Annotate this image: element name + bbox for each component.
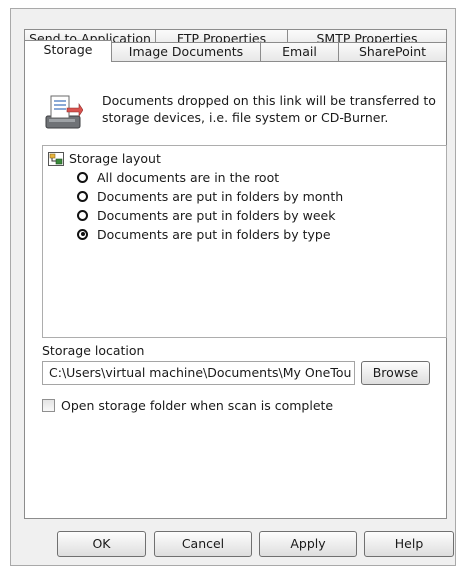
tab-email[interactable]: Email [260, 42, 339, 62]
storage-layout-group: Storage layout All documents are in the … [42, 145, 447, 338]
radio-button[interactable] [77, 190, 88, 202]
radio-label: All documents are in the root [97, 169, 280, 185]
radio-folders-by-week[interactable]: Documents are put in folders by week [77, 206, 335, 224]
radio-label: Documents are put in folders by week [97, 207, 336, 223]
storage-device-icon [45, 95, 83, 129]
tab-sharepoint[interactable]: SharePoint [338, 42, 447, 62]
open-folder-option[interactable]: Open storage folder when scan is complet… [42, 398, 333, 413]
storage-layout-title: Storage layout [69, 151, 161, 166]
tab-image-documents[interactable]: Image Documents [111, 42, 261, 62]
browse-button[interactable]: Browse [361, 361, 430, 385]
radio-folders-by-type[interactable]: Documents are put in folders by type [77, 225, 331, 243]
apply-button[interactable]: Apply [259, 531, 357, 557]
open-folder-checkbox[interactable] [42, 399, 55, 412]
storage-properties-dialog: Send to Application FTP Properties SMTP … [10, 8, 456, 566]
cancel-button[interactable]: Cancel [154, 531, 252, 557]
folder-tree-icon [48, 151, 64, 166]
storage-description: Documents dropped on this link will be t… [102, 92, 447, 126]
radio-label: Documents are put in folders by type [97, 226, 331, 242]
tab-storage[interactable]: Storage [24, 40, 112, 62]
storage-layout-header: Storage layout [48, 150, 161, 167]
storage-tab-panel: Documents dropped on this link will be t… [24, 61, 447, 519]
help-button[interactable]: Help [364, 531, 454, 557]
storage-location-input[interactable]: C:\Users\virtual machine\Documents\My On… [42, 361, 355, 385]
description-line-1: Documents dropped on this link will be t… [102, 93, 436, 108]
radio-all-in-root[interactable]: All documents are in the root [77, 168, 279, 186]
radio-button[interactable] [77, 209, 88, 221]
radio-button-selected[interactable] [77, 228, 88, 240]
radio-button[interactable] [77, 171, 88, 183]
radio-folders-by-month[interactable]: Documents are put in folders by month [77, 187, 343, 205]
storage-location-label: Storage location [42, 343, 145, 358]
description-line-2: storage devices, i.e. file system or CD-… [102, 110, 389, 125]
radio-label: Documents are put in folders by month [97, 188, 344, 204]
open-folder-label: Open storage folder when scan is complet… [61, 398, 334, 413]
ok-button[interactable]: OK [57, 531, 146, 557]
